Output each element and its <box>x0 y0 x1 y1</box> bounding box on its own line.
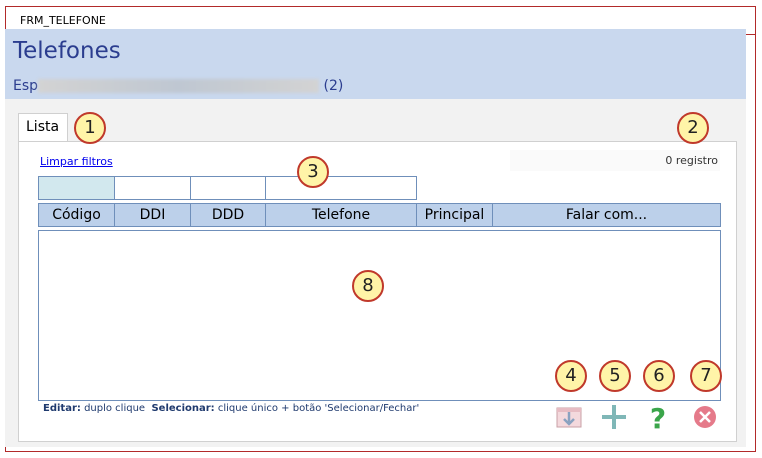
select-hint-text: clique único + botão 'Selecionar/Fechar' <box>217 403 420 414</box>
callout-marker: 4 <box>555 360 587 392</box>
column-header-codigo[interactable]: Código <box>38 203 115 227</box>
edit-hint-text: duplo clique <box>84 403 146 414</box>
callout-marker: 8 <box>352 270 384 302</box>
callout-marker: 5 <box>599 360 631 392</box>
add-icon[interactable] <box>599 402 629 432</box>
record-count: 0 registro <box>510 150 720 171</box>
subtitle-count: (2) <box>323 78 344 94</box>
callout-marker: 6 <box>643 360 675 392</box>
subtitle-prefix: Esp <box>13 78 39 94</box>
column-header-falar-com[interactable]: Falar com... <box>492 203 721 227</box>
close-icon[interactable] <box>690 402 720 432</box>
callout-marker: 1 <box>74 112 106 144</box>
svg-text:?: ? <box>650 402 666 432</box>
redacted-name <box>38 79 320 93</box>
column-header-ddi[interactable]: DDI <box>114 203 191 227</box>
filter-codigo-input[interactable] <box>38 176 115 200</box>
filter-ddd-input[interactable] <box>190 176 266 200</box>
page-subtitle: Esp (2) <box>13 78 343 94</box>
export-icon[interactable] <box>554 402 584 432</box>
column-header-ddd[interactable]: DDD <box>190 203 266 227</box>
clear-filters-link[interactable]: Limpar filtros <box>40 155 113 168</box>
edit-hint-label: Editar: <box>43 403 81 414</box>
page-title: Telefones <box>13 38 121 64</box>
usage-hint: Editar: duplo clique Selecionar: clique … <box>43 403 419 414</box>
column-header-principal[interactable]: Principal <box>416 203 493 227</box>
filter-telefone-input[interactable] <box>265 176 417 200</box>
callout-marker: 3 <box>297 156 329 188</box>
column-header-telefone[interactable]: Telefone <box>265 203 417 227</box>
callout-marker: 7 <box>690 360 722 392</box>
callout-marker: 2 <box>677 112 709 144</box>
select-hint-label: Selecionar: <box>151 403 215 414</box>
filter-ddi-input[interactable] <box>114 176 191 200</box>
tab-lista[interactable]: Lista <box>18 113 68 142</box>
help-icon[interactable]: ? <box>643 402 673 435</box>
